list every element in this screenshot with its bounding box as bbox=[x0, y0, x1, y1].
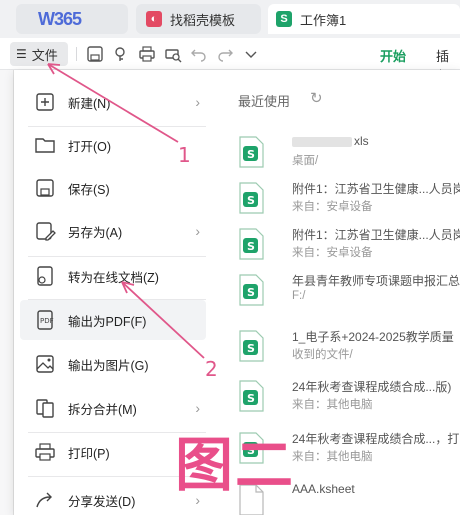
save-icon[interactable] bbox=[86, 45, 104, 63]
recent-file-location: 来自：安卓设备 bbox=[292, 247, 373, 259]
toolbar: ☰ 文件 开始 插入 bbox=[0, 38, 460, 83]
save-icon bbox=[34, 177, 56, 199]
recent-file-name: 24年秋考查课程成绩合成...版) bbox=[292, 380, 452, 394]
recent-file-name: 附件1：江苏省卫生健康...人员岗 bbox=[292, 228, 460, 242]
sheet-file-icon: S bbox=[238, 380, 264, 412]
menu-item-label: 转为在线文档(Z) bbox=[68, 270, 159, 285]
menu-item-label: 输出为图片(G) bbox=[68, 358, 149, 373]
recent-file-item[interactable]: S 年县青年教师专项课题申报汇总 F:/ bbox=[238, 270, 460, 316]
chevron-right-icon: › bbox=[195, 223, 200, 239]
menu-item-label: 拆分合并(M) bbox=[68, 402, 137, 417]
recent-file-location: 来自：安卓设备 bbox=[292, 201, 373, 213]
svg-text:S: S bbox=[247, 342, 255, 355]
recent-file-item[interactable]: S 附件1：江苏省卫生健康...人员岗 来自：安卓设备 bbox=[238, 224, 460, 270]
folder-icon bbox=[34, 134, 56, 156]
menu-item-label: 分享发送(D) bbox=[68, 494, 136, 509]
chevron-right-icon: › bbox=[195, 400, 200, 416]
sheet-icon: S bbox=[276, 11, 292, 27]
tab-bar: W365 ◐ 找稻壳模板 S 工作簿1 bbox=[0, 0, 460, 38]
recent-file-location: F:/ bbox=[292, 290, 306, 302]
recent-file-name: xls bbox=[292, 134, 460, 148]
chevron-down-icon[interactable] bbox=[242, 45, 260, 63]
toolbar-divider bbox=[76, 47, 77, 61]
recent-file-location: 桌面/ bbox=[292, 155, 319, 167]
svg-text:S: S bbox=[247, 194, 255, 207]
tab-template-label: 找稻壳模板 bbox=[170, 12, 236, 28]
sheet-file-icon: S bbox=[238, 330, 264, 362]
image-icon bbox=[34, 353, 56, 375]
recent-file-name: AAA.ksheet bbox=[292, 482, 355, 496]
tab-workbook[interactable]: S 工作簿1 bbox=[268, 4, 460, 34]
tab-start[interactable]: 开始 bbox=[380, 46, 407, 74]
recent-file-location: 收到的文件/ bbox=[292, 349, 353, 361]
tab-workbook-label: 工作簿1 bbox=[300, 12, 347, 28]
recent-file-item[interactable]: S xls 桌面/ bbox=[238, 132, 460, 178]
recent-file-name: 附件1：江苏省卫生健康...人员岗 bbox=[292, 182, 460, 196]
wps-logo: W365 bbox=[38, 8, 82, 29]
recent-file-location: 来自：其他电脑 bbox=[292, 451, 373, 463]
svg-text:S: S bbox=[247, 240, 255, 253]
svg-text:S: S bbox=[247, 392, 255, 405]
share-icon bbox=[34, 489, 56, 511]
menu-item-label: 打印(P) bbox=[68, 446, 110, 461]
svg-text:PDF: PDF bbox=[40, 317, 54, 325]
cloud-icon[interactable] bbox=[112, 45, 130, 63]
cloud-doc-icon bbox=[34, 265, 56, 287]
menu-item-export-image[interactable]: 输出为图片(G) bbox=[20, 344, 206, 384]
undo-icon[interactable] bbox=[190, 45, 208, 63]
menu-item-new[interactable]: 新建(N) › bbox=[20, 82, 206, 122]
print-icon bbox=[34, 441, 56, 463]
hamburger-icon: ☰ bbox=[16, 47, 27, 61]
recent-file-name: 年县青年教师专项课题申报汇总 bbox=[292, 274, 460, 288]
menu-item-label: 输出为PDF(F) bbox=[68, 314, 147, 329]
menu-item-label: 另存为(A) bbox=[68, 225, 123, 240]
recent-file-name: 24年秋考查课程成绩合成...，打 bbox=[292, 432, 460, 446]
file-menu-label: 文件 bbox=[31, 47, 58, 63]
recent-file-item[interactable]: S 1_电子系+2024-2025教学质量 收到的文件/ bbox=[238, 326, 460, 372]
sheet-file-icon: S bbox=[238, 182, 264, 214]
menu-item-save-as[interactable]: 另存为(A) › bbox=[20, 211, 206, 251]
save-as-icon bbox=[34, 220, 56, 242]
recent-title: 最近使用 bbox=[238, 94, 291, 109]
menu-item-export-pdf[interactable]: PDF 输出为PDF(F) bbox=[20, 300, 206, 340]
sheet-grid-background bbox=[0, 70, 14, 515]
menu-item-label: 新建(N) bbox=[68, 96, 111, 111]
refresh-icon[interactable]: ↻ bbox=[310, 89, 323, 107]
sheet-file-icon: S bbox=[238, 228, 264, 260]
print-preview-icon[interactable] bbox=[164, 45, 182, 63]
menu-item-convert-online[interactable]: 转为在线文档(Z) bbox=[20, 256, 206, 296]
menu-item-label: 保存(S) bbox=[68, 182, 110, 197]
print-icon[interactable] bbox=[138, 45, 156, 63]
menu-item-label: 打开(O) bbox=[68, 139, 112, 154]
chevron-right-icon: › bbox=[195, 94, 200, 110]
annotation-number-2: 2 bbox=[205, 357, 218, 381]
redo-icon[interactable] bbox=[216, 45, 234, 63]
recent-file-location: 来自：其他电脑 bbox=[292, 399, 373, 411]
recent-file-item[interactable]: S 附件1：江苏省卫生健康...人员岗 来自：安卓设备 bbox=[238, 178, 460, 224]
recent-file-item[interactable]: S 24年秋考查课程成绩合成...版) 来自：其他电脑 bbox=[238, 376, 460, 422]
tab-home[interactable]: W365 bbox=[16, 4, 128, 34]
svg-text:S: S bbox=[247, 286, 255, 299]
daoke-icon: ◐ bbox=[146, 11, 162, 27]
split-merge-icon bbox=[34, 397, 56, 419]
annotation-number-1: 1 bbox=[178, 143, 191, 167]
new-file-icon bbox=[34, 91, 56, 113]
sheet-file-icon: S bbox=[238, 274, 264, 306]
tab-template[interactable]: ◐ 找稻壳模板 bbox=[136, 4, 261, 34]
file-menu-button[interactable]: ☰ 文件 bbox=[10, 42, 68, 66]
recent-file-name: 1_电子系+2024-2025教学质量 bbox=[292, 330, 454, 344]
sheet-file-icon: S bbox=[238, 136, 264, 168]
blurred-text bbox=[292, 136, 352, 147]
menu-item-save[interactable]: 保存(S) bbox=[20, 168, 206, 208]
svg-text:S: S bbox=[247, 148, 255, 161]
annotation-figure-label: 图二 bbox=[175, 431, 296, 499]
pdf-icon: PDF bbox=[34, 309, 56, 331]
